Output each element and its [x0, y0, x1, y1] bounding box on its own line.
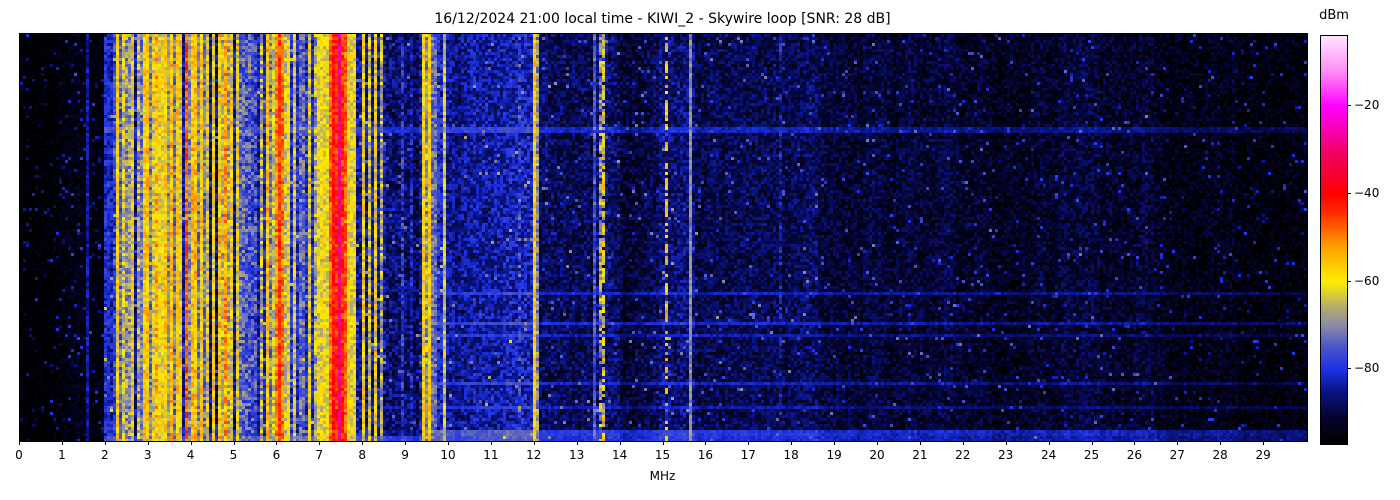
x-tick-label: 2	[101, 448, 109, 462]
x-tick-label: 3	[144, 448, 152, 462]
x-tick-mark	[148, 441, 149, 445]
colorbar-tick-label: −80	[1354, 361, 1379, 375]
frequency-axis-label: MHz	[19, 469, 1306, 483]
x-tick-mark	[62, 441, 63, 445]
x-tick-label: 27	[1170, 448, 1185, 462]
x-tick-label: 9	[401, 448, 409, 462]
x-tick-label: 5	[230, 448, 238, 462]
x-tick-mark	[620, 441, 621, 445]
figure-title: 16/12/2024 21:00 local time - KIWI_2 - S…	[19, 11, 1306, 27]
x-tick-mark	[319, 441, 320, 445]
x-tick-label: 4	[187, 448, 195, 462]
x-tick-label: 16	[698, 448, 713, 462]
x-tick-mark	[1006, 441, 1007, 445]
x-tick-label: 22	[955, 448, 970, 462]
x-tick-label: 7	[315, 448, 323, 462]
colorbar-tick-label: −40	[1354, 186, 1379, 200]
colorbar-tick-area: −20 −40 −60 −80	[1347, 35, 1399, 443]
x-tick-mark	[920, 441, 921, 445]
x-tick-mark	[19, 441, 20, 445]
x-tick-mark	[534, 441, 535, 445]
x-tick-label: 12	[526, 448, 541, 462]
x-tick-label: 6	[273, 448, 281, 462]
colorbar-tick-mark	[1347, 281, 1351, 282]
colorbar	[1320, 35, 1348, 445]
x-tick-mark	[1177, 441, 1178, 445]
frequency-axis: 0123456789101112131415161718192021222324…	[19, 441, 1306, 471]
colorbar-tick-mark	[1347, 368, 1351, 369]
x-tick-mark	[276, 441, 277, 445]
x-tick-mark	[191, 441, 192, 445]
x-tick-mark	[1263, 441, 1264, 445]
x-tick-label: 26	[1127, 448, 1142, 462]
x-tick-label: 0	[15, 448, 23, 462]
x-tick-label: 24	[1041, 448, 1056, 462]
colorbar-tick-mark	[1347, 105, 1351, 106]
x-tick-label: 17	[741, 448, 756, 462]
x-tick-mark	[963, 441, 964, 445]
x-tick-mark	[362, 441, 363, 445]
x-tick-label: 15	[655, 448, 670, 462]
waterfall-plot-area	[19, 33, 1308, 442]
x-tick-mark	[491, 441, 492, 445]
x-tick-label: 23	[998, 448, 1013, 462]
x-tick-mark	[105, 441, 106, 445]
x-tick-mark	[877, 441, 878, 445]
x-tick-label: 13	[569, 448, 584, 462]
x-tick-label: 29	[1255, 448, 1270, 462]
x-tick-label: 20	[869, 448, 884, 462]
colorbar-gradient-canvas	[1321, 36, 1347, 444]
colorbar-unit-label: dBm	[1308, 8, 1360, 23]
x-tick-mark	[448, 441, 449, 445]
colorbar-tick-label: −60	[1354, 274, 1379, 288]
x-tick-mark	[748, 441, 749, 445]
spectrogram-canvas	[20, 34, 1307, 441]
spectrogram-figure: 16/12/2024 21:00 local time - KIWI_2 - S…	[0, 0, 1400, 500]
x-tick-mark	[705, 441, 706, 445]
x-tick-mark	[791, 441, 792, 445]
x-tick-label: 19	[826, 448, 841, 462]
x-tick-label: 11	[483, 448, 498, 462]
x-tick-mark	[405, 441, 406, 445]
x-tick-mark	[834, 441, 835, 445]
x-tick-mark	[1092, 441, 1093, 445]
x-tick-label: 10	[440, 448, 455, 462]
x-tick-mark	[234, 441, 235, 445]
x-tick-mark	[1049, 441, 1050, 445]
x-tick-mark	[577, 441, 578, 445]
x-tick-mark	[1134, 441, 1135, 445]
x-tick-label: 28	[1213, 448, 1228, 462]
x-tick-label: 18	[784, 448, 799, 462]
x-tick-mark	[663, 441, 664, 445]
x-tick-mark	[1220, 441, 1221, 445]
colorbar-tick-mark	[1347, 193, 1351, 194]
x-tick-label: 1	[58, 448, 66, 462]
x-tick-label: 21	[912, 448, 927, 462]
x-tick-label: 14	[612, 448, 627, 462]
colorbar-tick-label: −20	[1354, 98, 1379, 112]
x-tick-label: 25	[1084, 448, 1099, 462]
x-tick-label: 8	[358, 448, 366, 462]
